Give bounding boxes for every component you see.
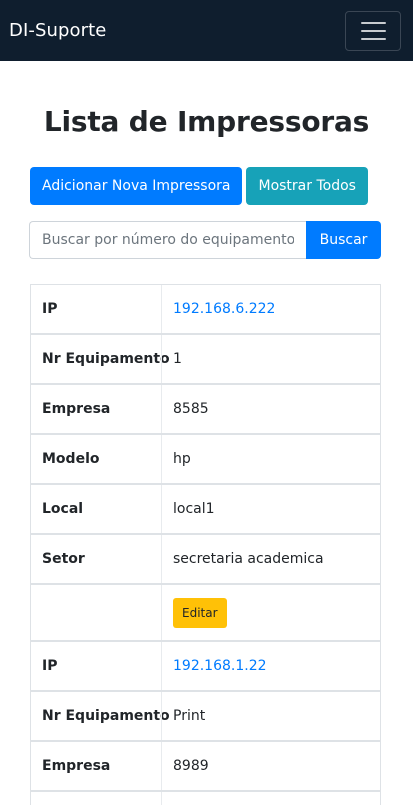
menu-toggle-button[interactable]: [345, 10, 401, 51]
table-row: Editar: [31, 585, 380, 642]
ip-header: IP: [42, 301, 58, 317]
ip-link[interactable]: 192.168.6.222: [173, 301, 275, 317]
hamburger-icon-line: [360, 29, 386, 32]
table-row: Nr Equipamento 1: [31, 335, 380, 385]
table-row: IP 192.168.1.22: [31, 642, 380, 692]
printer-table: IP 192.168.6.222 Nr Equipamento 1 Empres…: [30, 284, 381, 805]
hamburger-icon-line: [360, 21, 386, 24]
table-row: Empresa 8989: [31, 742, 380, 792]
empresa-header: Empresa: [42, 401, 111, 417]
add-printer-button[interactable]: Adicionar Nova Impressora: [30, 167, 243, 205]
table-row: IP 192.168.6.222: [31, 285, 380, 335]
nr-cell: Print: [161, 692, 380, 740]
navbar: DI-Suporte: [0, 0, 413, 61]
empresa-cell: 8989: [161, 742, 380, 790]
ip-cell: 192.168.6.222: [161, 285, 380, 333]
hamburger-icon-line: [360, 37, 386, 40]
search-input[interactable]: [29, 221, 306, 259]
modelo-cell: hp: [161, 435, 380, 483]
ip-link[interactable]: 192.168.1.22: [173, 658, 267, 674]
modelo-header: Modelo: [42, 451, 100, 467]
table-row: Local local1: [31, 485, 380, 535]
search-form: Buscar: [0, 221, 413, 259]
nr-cell: 1: [161, 335, 380, 383]
setor-header: Setor: [42, 551, 85, 567]
edit-button[interactable]: Editar: [173, 597, 227, 628]
ip-cell: 192.168.1.22: [161, 642, 380, 690]
table-row: Setor secretaria academica: [31, 535, 380, 585]
show-all-button[interactable]: Mostrar Todos: [246, 167, 368, 205]
search-button[interactable]: Buscar: [306, 221, 381, 259]
action-buttons: Adicionar Nova Impressora Mostrar Todos: [0, 167, 413, 205]
setor-cell: secretaria academica: [161, 535, 380, 583]
nr-header: Nr Equipamento: [42, 708, 170, 724]
table-row: Modelo hp: [31, 435, 380, 485]
table-row: [31, 792, 380, 805]
table-row: Nr Equipamento Print: [31, 692, 380, 742]
page-title: Lista de Impressoras: [43, 105, 370, 138]
nr-header: Nr Equipamento: [42, 351, 170, 367]
navbar-brand[interactable]: DI-Suporte: [9, 20, 106, 41]
local-cell: local1: [161, 485, 380, 533]
local-header: Local: [42, 501, 84, 517]
table-row: Empresa 8585: [31, 385, 380, 435]
actions-cell: Editar: [161, 585, 380, 640]
empresa-header: Empresa: [42, 758, 111, 774]
modelo-cell: [161, 792, 380, 805]
ip-header: IP: [42, 658, 58, 674]
empresa-cell: 8585: [161, 385, 380, 433]
